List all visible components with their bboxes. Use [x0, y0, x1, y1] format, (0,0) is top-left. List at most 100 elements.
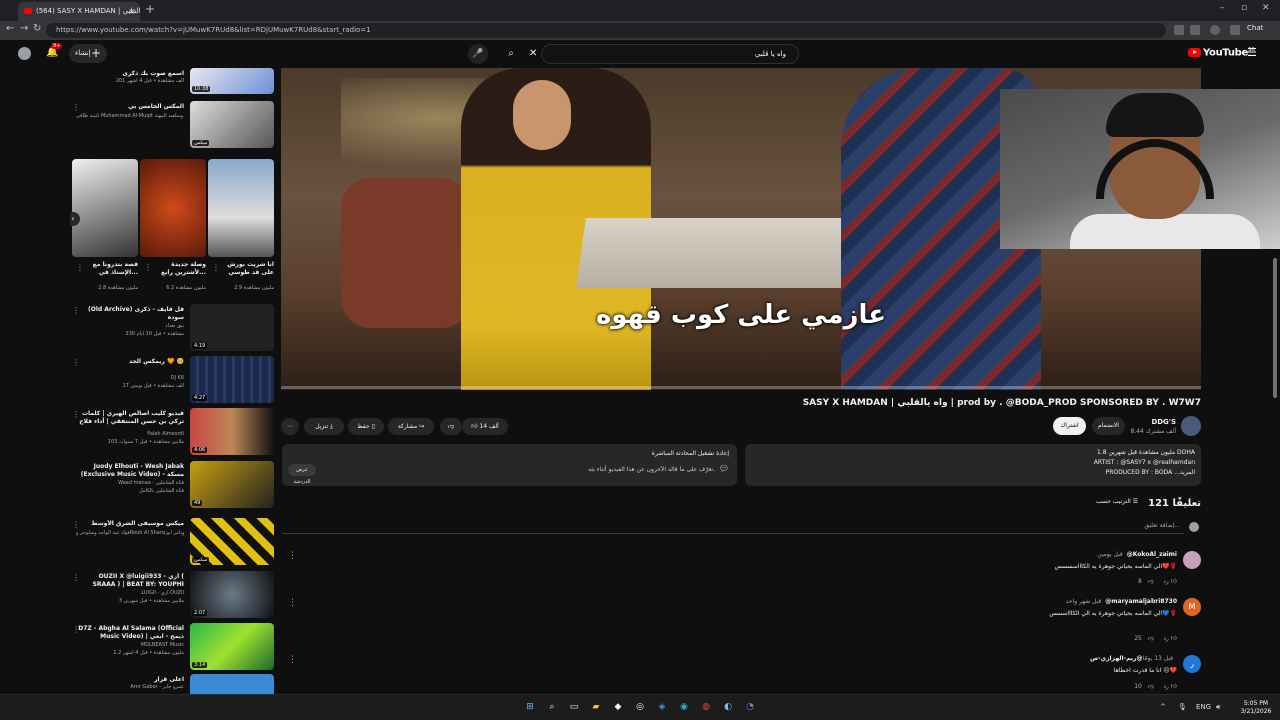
video-thumbnail[interactable] [190, 674, 274, 694]
microphone-icon[interactable]: 🎙︎ [1178, 703, 1187, 711]
forward-icon[interactable]: → [20, 23, 28, 34]
like-button[interactable]: 👍︎ 14 ألف [462, 418, 508, 435]
minimize-icon[interactable]: – [1220, 3, 1225, 13]
related-video[interactable]: اعلى قرار Amr Gaber - عمرو جابر [70, 674, 274, 694]
join-button[interactable]: الانضمام [1092, 417, 1125, 435]
video-thumbnail[interactable]: 2:07 [190, 571, 274, 618]
more-options-icon[interactable]: ⋮ [76, 263, 84, 272]
windows-start-icon[interactable]: ⊞ [523, 700, 537, 714]
more-options-icon[interactable]: ⋮ [72, 410, 80, 419]
avatar[interactable] [18, 47, 31, 60]
short-thumbnail[interactable] [140, 159, 206, 257]
short-item[interactable]: قصة بتدرونا مع الإستاذ في... 2.8 مليون م… [72, 159, 138, 299]
app-icon[interactable]: ◆ [611, 700, 625, 714]
more-options-icon[interactable]: ⋮ [72, 358, 80, 367]
discord-icon[interactable]: ◔ [743, 700, 757, 714]
thumbs-down-icon[interactable]: 👎︎ [1148, 635, 1154, 642]
app-icon[interactable]: ◎ [633, 700, 647, 714]
youtube-logo[interactable]: YouTubeSA [1188, 47, 1255, 58]
video-thumbnail[interactable]: 4:19 [190, 304, 274, 351]
chevron-up-icon[interactable]: ^ [1160, 703, 1166, 711]
video-thumbnail[interactable]: 3:14 [190, 623, 274, 670]
show-chat-button[interactable]: عرض الدردشة [288, 464, 316, 485]
short-thumbnail[interactable] [72, 159, 138, 257]
more-actions-icon[interactable]: ⋯ [281, 418, 299, 435]
url-field[interactable]: https://www.youtube.com/watch?v=jUMuwK7R… [46, 23, 1166, 38]
scrollbar-thumb[interactable] [1273, 258, 1277, 398]
close-tab-icon[interactable]: × [128, 2, 135, 21]
video-thumbnail[interactable]: ميكس [190, 518, 274, 565]
comment-avatar[interactable]: M [1183, 598, 1201, 616]
more-options-icon[interactable]: ⋮ [72, 625, 80, 634]
short-item[interactable]: وصلة جديدة لأشترين رابع... 6.2 مليون مشا… [140, 159, 206, 299]
more-options-icon[interactable]: ⋮ [72, 520, 80, 529]
related-video[interactable]: 4:06 فيديو كليب اصالص الهيري | كلمات ترك… [70, 408, 274, 458]
maximize-icon[interactable]: ▫ [1241, 3, 1247, 13]
reload-icon[interactable]: ↻ [33, 23, 41, 34]
app-icon[interactable]: ◈ [655, 700, 669, 714]
more-options-icon[interactable]: ⋮ [72, 103, 80, 112]
reply-button[interactable]: رد [1163, 635, 1169, 642]
channel-avatar[interactable] [1181, 416, 1201, 436]
voice-search-icon[interactable]: 🎤 [468, 44, 488, 64]
lang-indicator[interactable]: ENG [1196, 703, 1211, 711]
notifications-bell-icon[interactable]: 🔔 9+ [46, 43, 63, 58]
comment-author[interactable]: @maryamaljabri8730 [1105, 598, 1177, 605]
clear-search-icon[interactable]: ✕ [529, 44, 537, 64]
thumbs-up-icon[interactable]: 👍︎ [1171, 683, 1177, 690]
volume-icon[interactable]: 🔊︎ [1216, 703, 1220, 712]
chat-button[interactable]: Chat [1247, 24, 1263, 32]
thumbs-up-icon[interactable]: 👍︎ [1171, 578, 1177, 585]
extension-icon[interactable] [1174, 25, 1184, 35]
search-icon[interactable]: ⌕ [545, 700, 559, 714]
download-button[interactable]: تنزيل ⤓ [304, 418, 344, 435]
thumbs-down-icon[interactable]: 👎︎ [1148, 578, 1154, 585]
video-thumbnail[interactable]: 49 [190, 461, 274, 508]
subscribe-button[interactable]: اشتراك [1053, 417, 1086, 435]
steam-icon[interactable]: ◐ [721, 700, 735, 714]
share-button[interactable]: مشاركة ↪ [388, 418, 434, 435]
short-item[interactable]: انا شريت بورش على قد طوسي 2.9 مليون مشاه… [208, 159, 274, 299]
search-input[interactable]: واه يا قلبي [541, 44, 799, 64]
more-options-icon[interactable]: ⋮ [288, 655, 297, 665]
related-video[interactable]: 2:07 OUZII X @luigii933 - أزي ( SRAAA ) … [70, 571, 274, 621]
task-view-icon[interactable]: ▭ [567, 700, 581, 714]
more-options-icon[interactable]: ⋮ [72, 573, 80, 582]
chrome-browser-icon[interactable]: ◍ [699, 700, 713, 714]
thumbs-up-icon[interactable]: 👍︎ [1171, 635, 1177, 642]
file-explorer-icon[interactable]: ▰ [589, 700, 603, 714]
more-options-icon[interactable]: ⋮ [72, 306, 80, 315]
related-video[interactable]: 4:19 (Old Archive) قل فايف - ذكرى سوده ب… [70, 304, 274, 354]
sort-button[interactable]: الترتيب حسب ☰ [1096, 498, 1138, 505]
related-video[interactable]: ميكس المكس الخامس بي أغنية طاقي Muhammad… [70, 101, 274, 151]
edge-browser-icon[interactable]: ◉ [677, 700, 691, 714]
close-window-icon[interactable]: ✕ [1262, 3, 1270, 13]
related-video[interactable]: 3:14 D7Z - Abgha Al Salama (Official Mus… [70, 623, 274, 673]
create-button[interactable]: إنشاء + [69, 44, 107, 63]
video-thumbnail[interactable]: ميكس [190, 101, 274, 148]
video-thumbnail[interactable]: 4:06 [190, 408, 274, 455]
more-options-icon[interactable]: ⋮ [288, 598, 297, 608]
browser-tab[interactable]: (564) SASY X HAMDAN | واه يالقلبي × [18, 2, 140, 21]
more-options-icon[interactable]: ⋮ [288, 551, 297, 561]
more-options-icon[interactable]: ⋮ [212, 263, 220, 272]
scrollbar[interactable] [1273, 68, 1277, 694]
add-comment-input[interactable]: إضافة تعليق... [282, 518, 1184, 534]
reply-button[interactable]: رد [1163, 578, 1169, 585]
comment-author[interactable]: @KokoAl_zaimi [1127, 551, 1177, 558]
comment-avatar[interactable]: ر [1183, 655, 1201, 673]
video-progress-bar[interactable] [281, 386, 1201, 389]
related-video[interactable]: 4:27 ريمكس الجد 🧡 🥺 DJ K6 17 ألف مشاهدة … [70, 356, 274, 406]
clock[interactable]: 5:05 PM 3/21/2026 [1236, 700, 1276, 716]
back-icon[interactable]: ← [6, 23, 14, 34]
new-tab-button[interactable]: + [145, 2, 155, 16]
related-video[interactable]: ميكس ميكس موسيقى الشرق الأوسط فؤاد عبد ا… [70, 518, 274, 568]
menu-icon[interactable] [1230, 25, 1240, 35]
short-thumbnail[interactable] [208, 159, 274, 257]
description-box[interactable]: 1.8 مليون مشاهدة قبل شهرين DOHA ARTIST :… [745, 444, 1201, 486]
comment-author[interactable]: @ريم-الهزازي-ص [1090, 655, 1142, 662]
reply-button[interactable]: رد [1163, 683, 1169, 690]
related-video[interactable]: 49 Juody Elhouti - Wesh Jabak (Exclusive… [70, 461, 274, 511]
comment-avatar[interactable] [1183, 551, 1201, 569]
video-thumbnail[interactable]: 4:27 [190, 356, 274, 403]
